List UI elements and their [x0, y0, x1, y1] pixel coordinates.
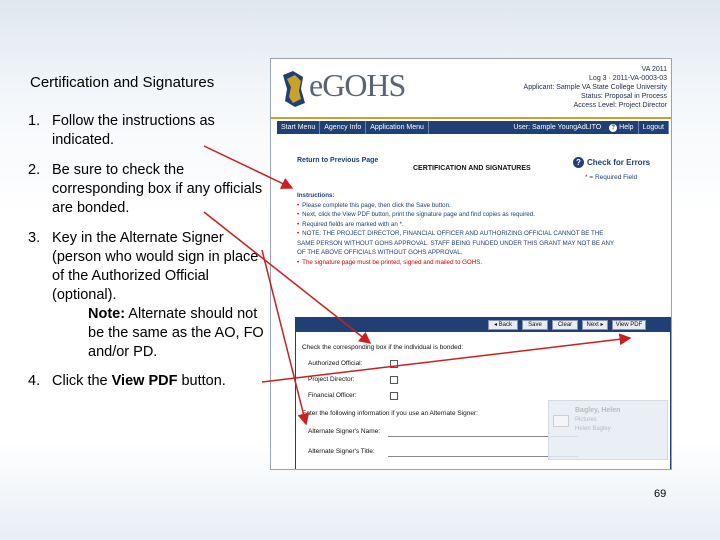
- step-note: Note: Alternate should not be the same a…: [52, 305, 272, 362]
- header-info-line: Log 3 · 2011-VA-0003-03: [589, 75, 667, 82]
- envelope-icon: [553, 415, 569, 427]
- notification-line: Helen Bagley: [575, 426, 611, 432]
- page-number: 69: [654, 488, 667, 500]
- header-info-line: Access Level: Project Director: [573, 102, 667, 109]
- alt-name-label: Alternate Signer's Name:: [308, 428, 381, 435]
- instruction-item: SAME PERSON WITHOUT GOHS APPROVAL. STAFF…: [297, 239, 669, 249]
- help-link[interactable]: ? Help: [605, 121, 639, 134]
- question-icon: ?: [573, 157, 584, 168]
- authorized-official-checkbox[interactable]: [390, 360, 398, 368]
- step-text: Key in the Alternate Signer (person who …: [52, 230, 259, 303]
- back-button[interactable]: ◂ Back: [488, 320, 518, 330]
- instruction-item: • NOTE: THE PROJECT DIRECTOR, FINANCIAL O…: [297, 229, 669, 239]
- help-label: Help: [619, 124, 634, 131]
- instruction-text: NOTE: THE PROJECT DIRECTOR, FINANCIAL OF…: [302, 230, 604, 237]
- instruction-item: • Required fields are marked with an *.: [297, 220, 669, 230]
- official-label: Authorized Official:: [308, 360, 363, 367]
- next-button[interactable]: Next ▸: [582, 320, 608, 330]
- alternate-prompt: Enter the following information if you u…: [302, 410, 478, 417]
- save-button[interactable]: Save: [522, 320, 548, 330]
- bullet: •: [297, 258, 300, 266]
- project-director-checkbox[interactable]: [390, 376, 398, 384]
- form-toolbar: ◂ Back Save Clear Next ▸ View PDF: [296, 318, 670, 332]
- instruction-text: Required fields are marked with an *.: [302, 220, 404, 228]
- step-number: 4.: [28, 373, 41, 389]
- instruction-text: Next, click the View PDF button, print t…: [302, 211, 535, 218]
- logo-text: eGOHS: [309, 67, 406, 103]
- help-icon: ?: [609, 124, 618, 132]
- slide-title: Certification and Signatures: [30, 74, 215, 91]
- instruction-text: Please complete this page, then click th…: [302, 201, 451, 209]
- financial-officer-checkbox[interactable]: [390, 392, 398, 400]
- bullet: •: [297, 211, 300, 218]
- app-logo: eGOHS: [279, 65, 406, 113]
- menu-agency-info[interactable]: Agency Info: [320, 121, 367, 134]
- header-info-line: Applicant: Sample VA State College Unive…: [523, 84, 667, 91]
- note-label: Note:: [88, 306, 126, 322]
- bonded-prompt: Check the corresponding box if the indiv…: [302, 344, 464, 351]
- clear-button[interactable]: Clear: [552, 320, 578, 330]
- step-text: Be sure to check the corresponding box i…: [52, 162, 263, 216]
- notification-sender: Bagley, Helen: [575, 407, 621, 414]
- logout-link[interactable]: Logout: [639, 121, 669, 134]
- required-text: = Required Field: [589, 174, 638, 181]
- bullet: •: [297, 201, 300, 209]
- check-errors-label: Check for Errors: [587, 158, 651, 167]
- menu-start[interactable]: Start Menu: [277, 121, 321, 134]
- header-info-line: VA 2011: [641, 66, 667, 73]
- menu-application[interactable]: Application Menu: [366, 121, 429, 134]
- step-text-group: Click the View PDF button.: [52, 372, 272, 391]
- step-number: 2.: [28, 162, 41, 178]
- notification-line: Pictures: [575, 417, 597, 423]
- instruction-item: • Please complete this page, then click t…: [297, 201, 669, 211]
- instruction-text: The signature page must be printed, sign…: [302, 258, 483, 266]
- state-seal-icon: [283, 71, 305, 107]
- bullet: •: [297, 220, 300, 228]
- official-label: Project Director:: [308, 376, 355, 383]
- header-info: VA 2011 Log 3 · 2011-VA-0003-03 Applican…: [524, 65, 667, 110]
- view-pdf-button[interactable]: View PDF: [612, 320, 646, 330]
- instruction-item: • The signature page must be printed, sig…: [297, 258, 669, 268]
- instruction-text: SAME PERSON WITHOUT GOHS APPROVAL. STAFF…: [297, 239, 615, 247]
- header-info-line: Status: Proposal in Process: [581, 93, 667, 100]
- page-title: CERTIFICATION AND SIGNATURES: [413, 165, 531, 172]
- user-label: User: Sample YoungAdLITO: [513, 124, 602, 131]
- bullet: •: [297, 230, 300, 237]
- menu-bar: Start Menu Agency Info Application Menu …: [277, 121, 669, 134]
- step-number: 3.: [28, 230, 41, 246]
- required-note: * = Required Field: [585, 174, 637, 181]
- instruction-text: OF THE ABOVE OFFICIALS WITHOUT GOHS APPR…: [297, 249, 463, 256]
- alt-title-label: Alternate Signer's Title:: [308, 448, 375, 455]
- instruction-item: • Next, click the View PDF button, print …: [297, 210, 669, 220]
- step-text-post: button.: [177, 373, 226, 389]
- email-notification-popup[interactable]: Bagley, Helen Pictures Helen Bagley: [548, 400, 668, 460]
- step-text-bold: View PDF: [111, 373, 178, 389]
- instructions-title: Instructions:: [297, 192, 335, 199]
- step-text: Follow the instructions as indicated.: [52, 113, 215, 148]
- step-number: 1.: [28, 113, 41, 129]
- official-label: Financial Officer:: [308, 392, 357, 399]
- step-text-group: Key in the Alternate Signer (person who …: [52, 229, 272, 362]
- check-errors-link[interactable]: ? Check for Errors: [573, 157, 650, 168]
- instructions: Instructions: • Please complete this page…: [297, 191, 669, 267]
- required-star: *: [585, 174, 588, 181]
- step-text-pre: Click the: [52, 373, 112, 389]
- return-link[interactable]: Return to Previous Page: [297, 157, 378, 164]
- app-header: eGOHS VA 2011 Log 3 · 2011-VA-0003-03 Ap…: [271, 59, 671, 119]
- instruction-item: OF THE ABOVE OFFICIALS WITHOUT GOHS APPR…: [297, 248, 669, 258]
